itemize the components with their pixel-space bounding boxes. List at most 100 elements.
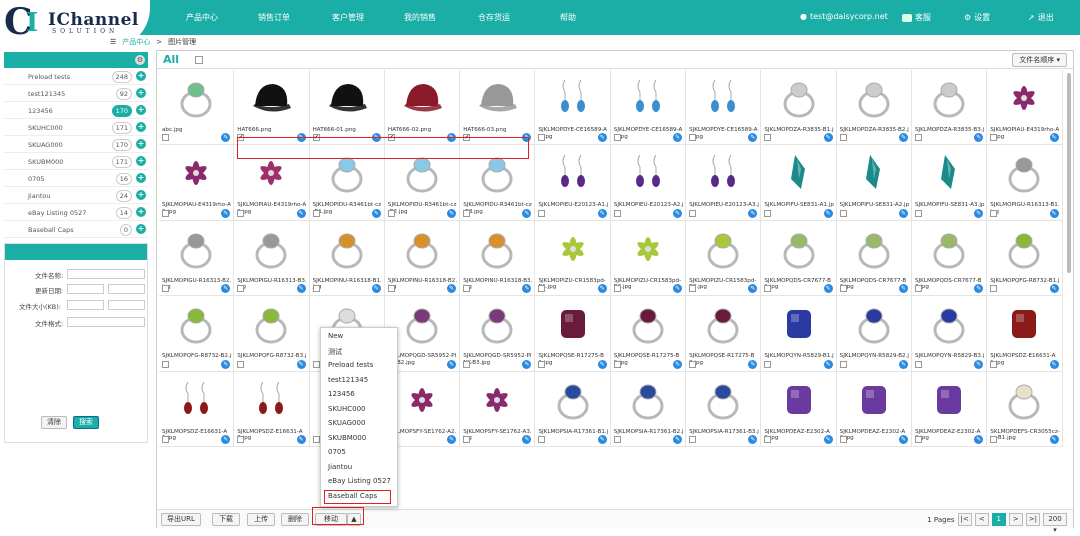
- image-tile[interactable]: SJKLMOPIZU-CR1583pd-B3.jpg ✎: [686, 220, 762, 297]
- image-checkbox[interactable]: [689, 360, 697, 368]
- edit-icon[interactable]: ✎: [296, 359, 306, 369]
- image-checkbox[interactable]: [764, 435, 772, 443]
- add-folder-icon[interactable]: +: [136, 224, 146, 234]
- image-checkbox[interactable]: [538, 285, 546, 293]
- move-menu-item[interactable]: 0705: [328, 448, 346, 456]
- edit-icon[interactable]: ✎: [673, 133, 683, 143]
- image-tile[interactable]: SJKLMOPIZU-CR1583pd-B2.jpg ✎: [610, 220, 687, 297]
- image-checkbox[interactable]: [689, 285, 697, 293]
- image-tile[interactable]: SJKLMOPIAU-E4319rho-A3.jpg ✎: [234, 145, 310, 221]
- image-checkbox[interactable]: [764, 360, 772, 368]
- image-tile[interactable]: SJKLMOPIDU-R3461bt-cz-B3.jpg ✎: [460, 145, 536, 221]
- image-checkbox[interactable]: [839, 435, 847, 443]
- edit-icon[interactable]: ✎: [974, 133, 984, 143]
- edit-icon[interactable]: ✎: [898, 133, 908, 143]
- edit-icon[interactable]: ✎: [522, 133, 532, 143]
- select-all-checkbox[interactable]: [195, 56, 203, 64]
- image-checkbox[interactable]: [914, 435, 922, 443]
- image-tile[interactable]: HAT666.png ✔ ✎: [234, 70, 310, 146]
- edit-icon[interactable]: ✎: [748, 359, 758, 369]
- nav-customer-management[interactable]: 客户管理: [332, 12, 364, 23]
- image-tile[interactable]: SJKLMOPQGD-SR5952-PINK-B3.jpg ✎: [460, 296, 536, 372]
- image-checkbox[interactable]: [689, 134, 697, 142]
- update-date-from-input[interactable]: [67, 284, 104, 294]
- add-folder-icon[interactable]: +: [136, 105, 146, 115]
- image-checkbox[interactable]: [839, 285, 847, 293]
- edit-icon[interactable]: ✎: [673, 434, 683, 444]
- folder-item[interactable]: SKUAG000 170 +: [4, 136, 148, 153]
- edit-icon[interactable]: ✎: [898, 284, 908, 294]
- image-checkbox[interactable]: [613, 435, 621, 443]
- image-tile[interactable]: SJKLMOPSIA-R17361-B3.jpg✎: [686, 371, 762, 447]
- image-tile[interactable]: SJKLMOPDZA-R3835-B1.jpg✎: [761, 70, 837, 146]
- image-checkbox[interactable]: [237, 435, 245, 443]
- image-checkbox[interactable]: [613, 209, 621, 217]
- image-checkbox[interactable]: [839, 134, 847, 142]
- breadcrumb-parent[interactable]: 产品中心: [122, 37, 150, 47]
- image-tile[interactable]: SJKLMOPIAU-E4319rho-A1.jpg ✎: [987, 70, 1063, 146]
- image-checkbox[interactable]: [914, 209, 922, 217]
- nav-sales-orders[interactable]: 销售订单: [258, 12, 290, 23]
- page-number[interactable]: 1: [991, 513, 1006, 526]
- edit-icon[interactable]: ✎: [597, 208, 607, 218]
- image-tile[interactable]: SJKLMOPQDS-CR7677-B1.jpg ✎: [761, 220, 837, 297]
- edit-icon[interactable]: ✎: [597, 133, 607, 143]
- image-tile[interactable]: HAT666-01.png ✔ ✎: [309, 70, 385, 146]
- image-checkbox[interactable]: [839, 360, 847, 368]
- image-tile[interactable]: SJKLMOPIGU-R16313-B1.jpg✎: [987, 145, 1063, 221]
- edit-icon[interactable]: ✎: [221, 208, 231, 218]
- edit-icon[interactable]: ✎: [974, 284, 984, 294]
- image-tile[interactable]: HAT666-03.png ✔ ✎: [460, 70, 536, 146]
- image-tile[interactable]: SJKLMOPINU-R16318-B2.jpg✎: [384, 220, 461, 297]
- image-tile[interactable]: SJKLMOPSDZ-E16631-A2.jpg ✎: [159, 371, 235, 447]
- image-tile[interactable]: SJKLMOPQSE-R17275-B2.jpg ✎: [610, 296, 687, 372]
- image-checkbox[interactable]: [162, 435, 169, 443]
- image-checkbox[interactable]: ✔: [312, 134, 320, 142]
- edit-icon[interactable]: ✎: [597, 434, 607, 444]
- image-checkbox[interactable]: [162, 360, 169, 368]
- edit-icon[interactable]: ✎: [673, 359, 683, 369]
- edit-icon[interactable]: ✎: [447, 434, 457, 444]
- service-button[interactable]: 客服: [902, 12, 931, 23]
- image-checkbox[interactable]: ✔: [237, 134, 245, 142]
- edit-icon[interactable]: ✎: [371, 208, 381, 218]
- image-checkbox[interactable]: [914, 360, 922, 368]
- edit-icon[interactable]: ✎: [221, 133, 231, 143]
- nav-my-sales[interactable]: 我的销售: [404, 12, 436, 23]
- image-checkbox[interactable]: [538, 435, 546, 443]
- image-tile[interactable]: SJKLMOPIFU-SE831-A3.jpg✎: [911, 145, 988, 221]
- prev-page-button[interactable]: <: [974, 513, 989, 526]
- image-checkbox[interactable]: [312, 360, 320, 368]
- logout-button[interactable]: ➚ 退出: [1028, 12, 1054, 23]
- image-tile[interactable]: SJKLMOPIAU-E4319rho-A2.jpg ✎: [159, 145, 235, 221]
- edit-icon[interactable]: ✎: [447, 284, 457, 294]
- clear-button[interactable]: 清除: [41, 416, 67, 429]
- image-tile[interactable]: SKLMOPDEFS-CR3055cz-ss-B1.jpg ✎: [987, 371, 1063, 447]
- edit-icon[interactable]: ✎: [522, 208, 532, 218]
- image-checkbox[interactable]: [312, 285, 320, 293]
- image-tile[interactable]: SJKLMOPDZA-R3835-B3.jpg✎: [911, 70, 988, 146]
- image-checkbox[interactable]: [613, 134, 621, 142]
- edit-icon[interactable]: ✎: [371, 284, 381, 294]
- folder-item[interactable]: Baseball Caps 0 +: [4, 221, 148, 238]
- folder-item[interactable]: Jiantou 24 +: [4, 187, 148, 204]
- image-tile[interactable]: SJKLMOPIEU-E20123-A2.jpg✎: [610, 145, 687, 221]
- add-folder-icon[interactable]: +: [136, 190, 146, 200]
- next-page-button[interactable]: >: [1008, 513, 1023, 526]
- image-checkbox[interactable]: [237, 360, 245, 368]
- image-tile[interactable]: SJKLMOPSDZ-E16631-A1.jpg ✎: [987, 296, 1063, 372]
- nav-help[interactable]: 帮助: [560, 12, 576, 23]
- upload-button[interactable]: 上传: [247, 513, 275, 526]
- file-size-min-input[interactable]: [67, 300, 104, 310]
- image-tile[interactable]: SJKLMOPQFG-R8732-B1.jpg✎: [987, 220, 1063, 297]
- image-checkbox[interactable]: ✔: [463, 134, 471, 142]
- edit-icon[interactable]: ✎: [1049, 133, 1059, 143]
- image-checkbox[interactable]: [463, 209, 471, 217]
- image-checkbox[interactable]: ✔: [387, 134, 395, 142]
- image-tile[interactable]: SJKLMOPDYE-CE16589-A2.jpg ✎: [610, 70, 687, 146]
- edit-icon[interactable]: ✎: [522, 284, 532, 294]
- image-checkbox[interactable]: [463, 285, 471, 293]
- last-page-button[interactable]: >|: [1025, 513, 1040, 526]
- image-tile[interactable]: SJKLMOPDYE-CE16589-A1.jpg ✎: [535, 70, 611, 146]
- edit-icon[interactable]: ✎: [296, 208, 306, 218]
